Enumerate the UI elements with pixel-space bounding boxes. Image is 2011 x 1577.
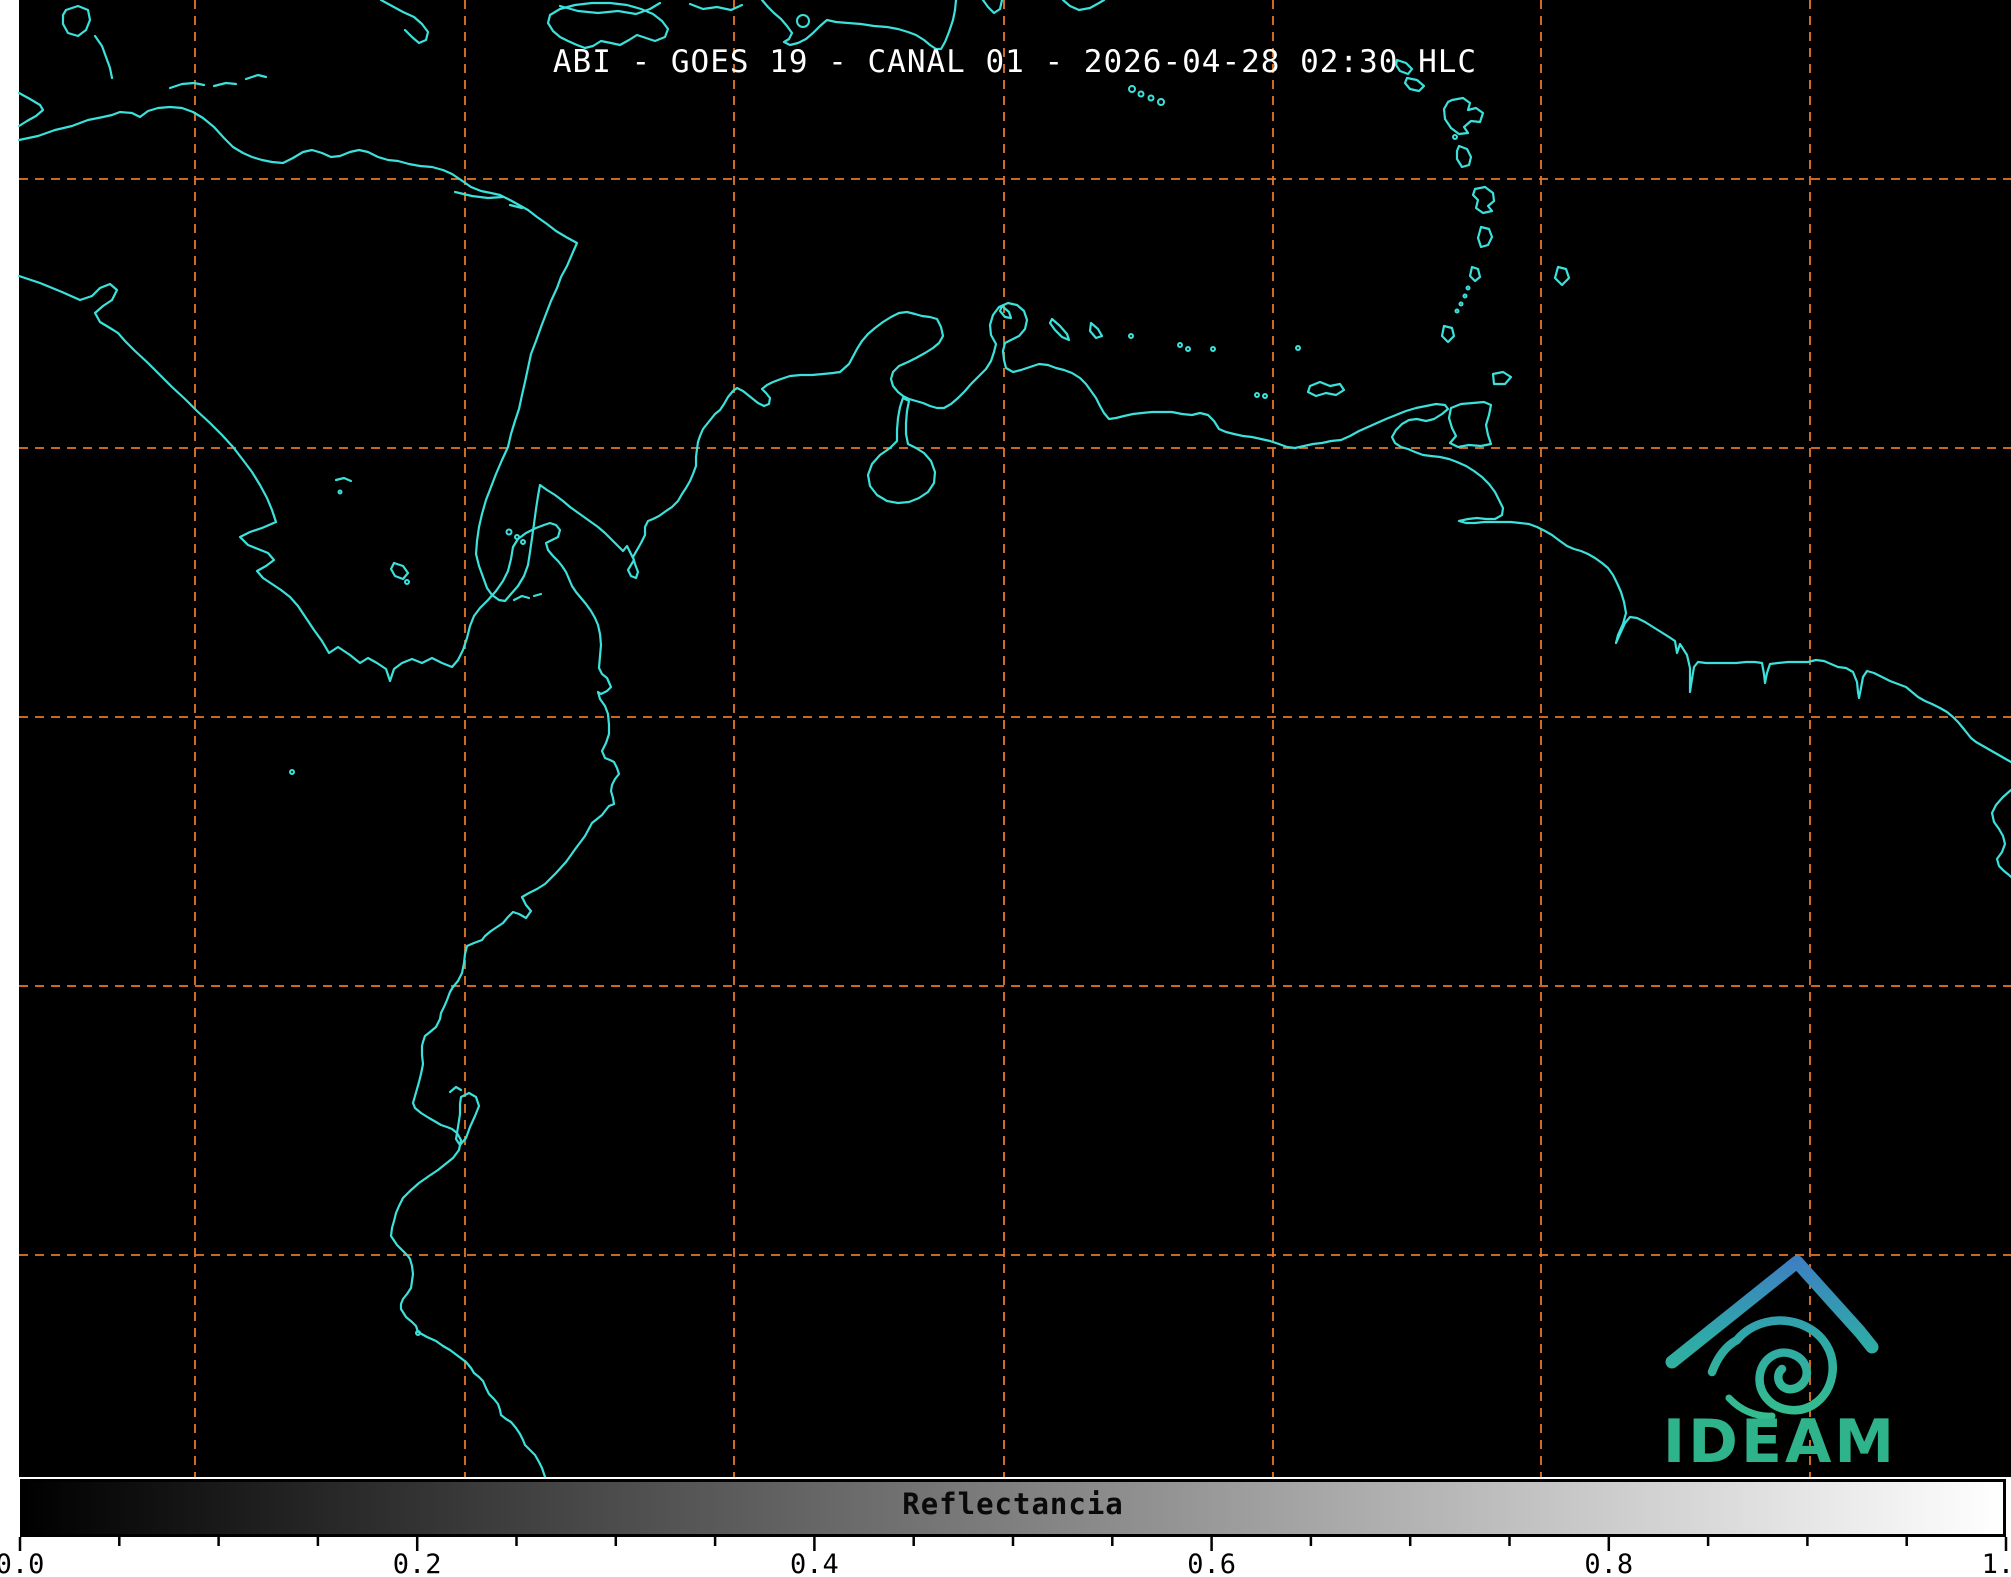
island-dot xyxy=(1137,90,1145,98)
coastline-dominica xyxy=(1455,144,1473,169)
island-dot xyxy=(1458,301,1464,307)
image-title: ABI - GOES 19 - CANAL 01 - 2026-04-28 02… xyxy=(552,44,1478,80)
colorbar-tick-label: 0.2 xyxy=(393,1549,442,1577)
island-dot xyxy=(1147,94,1155,102)
coastline-puerto-rico-fragment xyxy=(1061,0,1106,12)
island-dot xyxy=(1210,346,1216,352)
island-dot xyxy=(1465,285,1471,291)
coastline-aruba xyxy=(998,304,1013,320)
coastline-coiba xyxy=(389,561,410,581)
island-dot xyxy=(337,489,343,495)
coastline-grenada xyxy=(1440,324,1456,344)
satellite-figure: ABI - GOES 19 - CANAL 01 - 2026-04-28 02… xyxy=(0,0,2011,1577)
island-dot xyxy=(514,534,520,540)
island-dot xyxy=(1128,85,1136,93)
coastline-hispaniola-south-coast xyxy=(760,0,958,51)
coastline-bocas-sliver-1 xyxy=(512,594,531,602)
island-dot xyxy=(1295,345,1301,351)
coastline-curacao xyxy=(1048,317,1071,342)
coastline-cuba-south-fragment-1 xyxy=(379,0,430,45)
colorbar-axis: 0.0 0.2 0.4 0.6 0.8 1.0 xyxy=(0,1537,2011,1577)
island-dot xyxy=(520,539,526,545)
island-dot xyxy=(1462,293,1468,299)
island-dot xyxy=(505,528,513,536)
coastline-cozumel-island xyxy=(61,4,92,38)
coastline-guadeloupe xyxy=(1442,96,1485,136)
coastline-arenal-sliver xyxy=(334,476,353,483)
island-dot xyxy=(289,769,295,775)
island-dot xyxy=(1177,342,1183,348)
coastline-tobago xyxy=(1491,370,1513,386)
colorbar-tick-label: 1.0 xyxy=(1982,1549,2011,1577)
island-dot xyxy=(1185,346,1191,352)
coastline-bay-islands-2 xyxy=(212,81,238,88)
graticule-gridlines xyxy=(19,0,2011,1477)
colorbar-tick-label: 0.0 xyxy=(0,1549,44,1577)
island-dot xyxy=(1157,98,1165,106)
island-dot xyxy=(1254,392,1260,398)
coastline-barbados xyxy=(1553,265,1571,287)
coastline-margarita xyxy=(1306,380,1346,398)
island-dot xyxy=(1128,333,1134,339)
coastline-caribbean-mainland-coast xyxy=(17,105,2011,764)
coastline-trinidad xyxy=(1447,400,1493,449)
coastline-st-lucia xyxy=(1476,225,1494,249)
island-dot xyxy=(1452,134,1458,140)
coastline-guayaquil-hook xyxy=(448,1085,463,1094)
coastline-pacific-mainland-coast xyxy=(17,274,621,1477)
colorbar-label: Reflectancia xyxy=(902,1487,1124,1521)
colorbar-ticks xyxy=(18,1537,2008,1551)
colorbar-tick-label: 0.4 xyxy=(790,1549,839,1577)
coastline-martinique xyxy=(1471,185,1496,215)
coastline-st-vincent xyxy=(1468,265,1482,283)
coastline-guiana-coast-fragment xyxy=(1990,788,2011,879)
colorbar-tick-label: 0.6 xyxy=(1187,1549,1236,1577)
colorbar-tick-labels: 0.0 0.2 0.4 0.6 0.8 1.0 xyxy=(0,1549,2011,1577)
map-svg xyxy=(17,0,2011,1477)
coastline-bay-islands-1 xyxy=(168,81,206,90)
coastline-bocas-sliver-2 xyxy=(532,592,543,598)
coastline-beata-fragment xyxy=(981,0,1004,15)
island-dot xyxy=(1262,393,1268,399)
colorbar-tick-label: 0.8 xyxy=(1584,1549,1633,1577)
island-dot xyxy=(1454,308,1460,314)
island-dot xyxy=(404,579,410,585)
coastline-bonaire xyxy=(1088,321,1104,340)
island-dot xyxy=(796,14,810,28)
coastline-gulf-honduras-bight xyxy=(17,91,45,128)
coastline-maracaibo-lake xyxy=(866,396,937,505)
